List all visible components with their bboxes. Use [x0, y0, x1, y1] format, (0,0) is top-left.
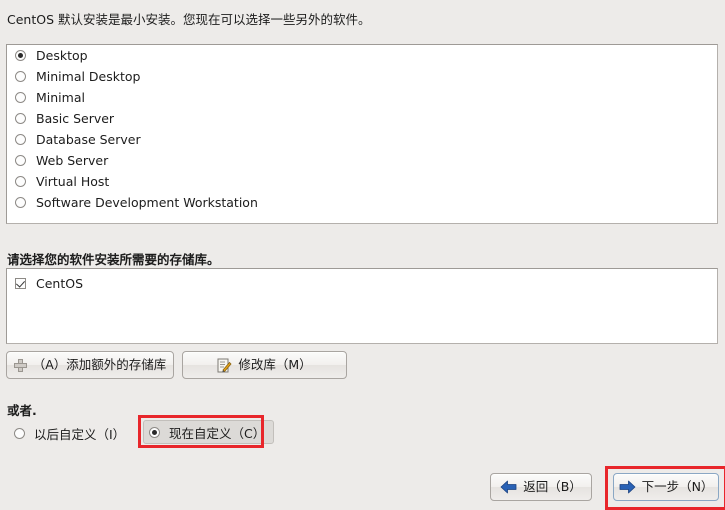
radio-web-server[interactable] [15, 155, 26, 166]
list-item-label: Software Development Workstation [36, 195, 258, 210]
list-item[interactable]: Virtual Host [7, 171, 717, 192]
repository-listbox[interactable]: CentOS [6, 268, 718, 344]
radio-customize-now[interactable] [149, 426, 160, 438]
modify-repository-label: 修改库（M） [238, 356, 312, 372]
customize-now-option[interactable]: 现在自定义（C） [143, 420, 275, 444]
radio-minimal[interactable] [15, 92, 26, 103]
radio-virtual-host[interactable] [15, 176, 26, 187]
edit-document-icon [217, 358, 232, 373]
radio-basic-server[interactable] [15, 113, 26, 124]
add-repository-label: （A）添加额外的存储库 [32, 356, 167, 372]
next-button[interactable]: 下一步（N） [613, 473, 719, 501]
list-item[interactable]: Software Development Workstation [7, 192, 717, 213]
customize-later-option[interactable]: 以后自定义（I） [8, 422, 131, 444]
back-button[interactable]: 返回（B） [490, 473, 592, 501]
list-item-label: Web Server [36, 153, 109, 168]
list-item-label: CentOS [36, 276, 84, 291]
radio-customize-later[interactable] [14, 427, 25, 439]
or-label: 或者. [7, 403, 37, 418]
list-item-label: Minimal Desktop [36, 69, 141, 84]
next-button-label: 下一步（N） [641, 478, 714, 494]
radio-minimal-desktop[interactable] [15, 71, 26, 82]
list-item[interactable]: Database Server [7, 129, 717, 150]
customize-later-label: 以后自定义（I） [34, 426, 126, 442]
arrow-right-icon [619, 480, 636, 494]
back-button-label: 返回（B） [523, 478, 582, 494]
list-item-label: Basic Server [36, 111, 115, 126]
plus-icon [13, 358, 27, 372]
modify-repository-button[interactable]: 修改库（M） [182, 351, 347, 379]
list-item[interactable]: Basic Server [7, 108, 717, 129]
repository-prompt: 请选择您的软件安装所需要的存储库。 [7, 252, 220, 267]
list-item-label: Database Server [36, 132, 141, 147]
list-item[interactable]: Desktop [7, 45, 717, 66]
list-item-label: Minimal [36, 90, 85, 105]
install-group-listbox[interactable]: Desktop Minimal Desktop Minimal Basic Se… [6, 44, 718, 224]
arrow-left-icon [500, 480, 517, 494]
radio-software-development-workstation[interactable] [15, 197, 26, 208]
page-title: CentOS 默认安装是最小安装。您现在可以选择一些另外的软件。 [7, 12, 371, 27]
radio-desktop[interactable] [15, 50, 26, 61]
list-item[interactable]: Minimal [7, 87, 717, 108]
list-item-label: Virtual Host [36, 174, 110, 189]
list-item[interactable]: CentOS [7, 273, 717, 294]
list-item-label: Desktop [36, 48, 88, 63]
list-item[interactable]: Web Server [7, 150, 717, 171]
list-item[interactable]: Minimal Desktop [7, 66, 717, 87]
checkbox-centos[interactable] [15, 278, 26, 289]
add-repository-button[interactable]: （A）添加额外的存储库 [6, 351, 174, 379]
radio-database-server[interactable] [15, 134, 26, 145]
customize-now-label: 现在自定义（C） [169, 425, 266, 441]
